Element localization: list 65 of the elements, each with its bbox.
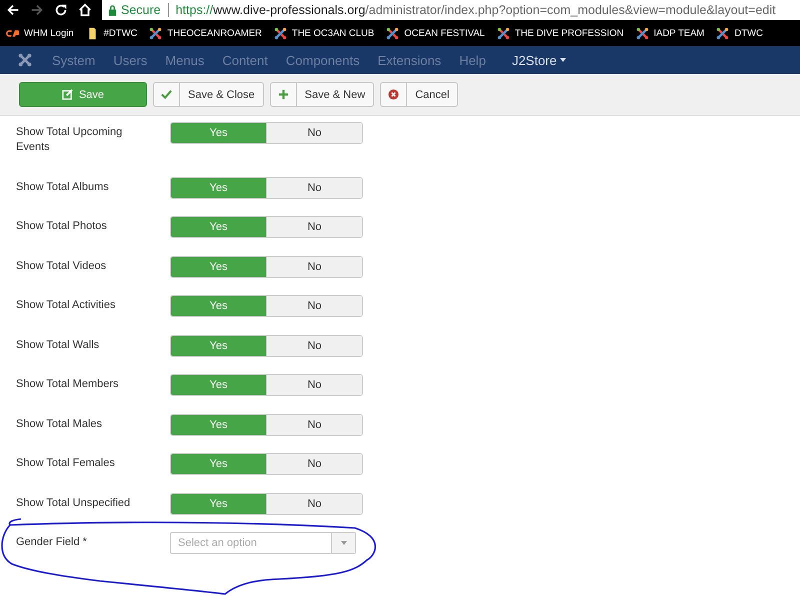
joomla-icon	[496, 26, 510, 40]
joomla-icon	[386, 26, 400, 40]
toggle-option[interactable]: No	[266, 336, 362, 356]
bookmark-label: IADP TEAM	[654, 28, 704, 38]
field-label: Show Total Albums	[16, 180, 110, 194]
menu-label: J2Store	[512, 52, 557, 68]
field-label: Show Total Unspecified	[16, 496, 132, 510]
toggle-option[interactable]: No	[266, 296, 362, 316]
toolbar-button[interactable]: Save & New	[270, 82, 374, 107]
toggle-option[interactable]: No	[266, 217, 362, 237]
field-label: Show Total Members	[16, 377, 120, 392]
toggle-option[interactable]: No	[266, 454, 362, 474]
caret-icon	[340, 541, 346, 545]
bookmark-label: THEOCEANROAMER	[167, 28, 262, 38]
back-icon[interactable]	[6, 3, 20, 17]
button-label: Save & New	[304, 88, 366, 100]
field-label: Show Total Photos	[16, 219, 108, 234]
toolbar-button[interactable]: Save & Close	[153, 82, 264, 107]
button-label: Cancel	[414, 88, 450, 100]
field-label: Show Total Males	[16, 416, 104, 432]
cancel-icon	[388, 89, 400, 100]
toggle-option[interactable]: No	[266, 256, 362, 276]
field-label: Show Total Upcoming Events	[16, 125, 124, 155]
field-label: Gender Field *	[16, 535, 88, 550]
plus-icon	[278, 89, 289, 100]
field-label: Show Total Activities	[16, 298, 116, 313]
field-label: Show Total Videos	[16, 258, 108, 274]
check-icon	[161, 89, 172, 100]
field-label: Show Total Walls	[16, 338, 100, 352]
lock-icon	[108, 4, 117, 16]
bookmark[interactable]: OCEAN FESTIVAL	[386, 26, 485, 40]
menu-item[interactable]: J2Store	[512, 52, 566, 68]
bookmark-label: DTWC	[734, 28, 763, 38]
address-field[interactable]: Secure https://www.dive-professionals.org/administrator/index.php?option=com_modules&view=module&layout=edit	[102, 0, 800, 20]
home-icon[interactable]	[78, 3, 92, 17]
joomla-logo-icon[interactable]	[18, 53, 32, 67]
toggle-option[interactable]: No	[266, 123, 362, 143]
toggle-option[interactable]: No	[266, 494, 362, 514]
button-label: Save	[78, 88, 104, 100]
button-label: Save & Close	[187, 88, 256, 100]
bookmark-label: THE DIVE PROFESSION	[514, 28, 624, 38]
toggle-option[interactable]: No	[266, 375, 362, 395]
bookmark[interactable]: DTWC	[716, 26, 763, 40]
edit-icon	[62, 89, 73, 100]
bookmark[interactable]: THEOCEANROAMER	[149, 26, 262, 40]
toggle-option[interactable]: No	[266, 414, 362, 434]
field-label: Show Total Females	[16, 456, 116, 471]
joomla-icon	[716, 26, 730, 40]
url-text: https://www.dive-professionals.org/administrator/index.php?option=com_modules&view=module&layout=edit	[176, 3, 776, 17]
bookmark[interactable]: #DTWC	[86, 26, 138, 40]
bookmark-label: THE OC3AN CLUB	[292, 28, 374, 38]
joomla-icon	[274, 26, 287, 40]
bookmark-label: OCEAN FESTIVAL	[404, 28, 485, 38]
bookmark[interactable]: THE OC3AN CLUB	[274, 26, 374, 40]
bookmark-label: WHM Login	[24, 28, 74, 38]
joomla-icon	[636, 26, 649, 40]
bookmark[interactable]: THE DIVE PROFESSION	[496, 26, 624, 40]
toolbar-button[interactable]: Cancel	[380, 82, 458, 107]
joomla-icon	[149, 26, 162, 40]
toggle-option[interactable]: No	[266, 178, 362, 198]
reload-icon[interactable]	[54, 3, 68, 17]
bookmark[interactable]: WHM Login	[6, 26, 74, 40]
secure-label: Secure	[121, 3, 161, 17]
bookmark-label: #DTWC	[104, 28, 138, 38]
bookmark[interactable]: IADP TEAM	[636, 26, 704, 40]
